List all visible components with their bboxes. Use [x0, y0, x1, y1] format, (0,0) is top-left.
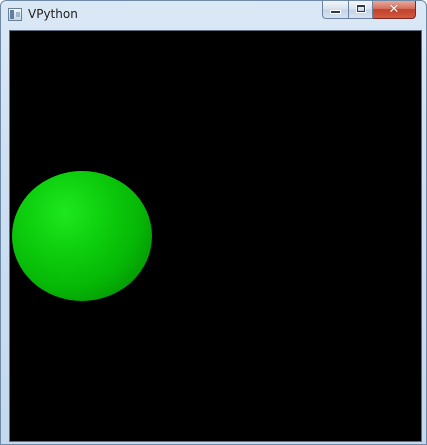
- vpython-window: VPython ✕: [0, 0, 427, 445]
- app-window-icon[interactable]: [8, 8, 22, 21]
- minimize-icon: [331, 11, 340, 13]
- 3d-scene-canvas[interactable]: [9, 30, 422, 442]
- window-title: VPython: [28, 7, 78, 21]
- minimize-button[interactable]: [322, 1, 348, 19]
- maximize-icon: [357, 5, 365, 12]
- maximize-button[interactable]: [348, 1, 373, 19]
- title-bar[interactable]: VPython ✕: [1, 1, 426, 30]
- close-icon: ✕: [388, 2, 400, 17]
- caption-buttons: ✕: [322, 1, 416, 20]
- close-button[interactable]: ✕: [373, 1, 416, 19]
- green-sphere: [12, 171, 152, 301]
